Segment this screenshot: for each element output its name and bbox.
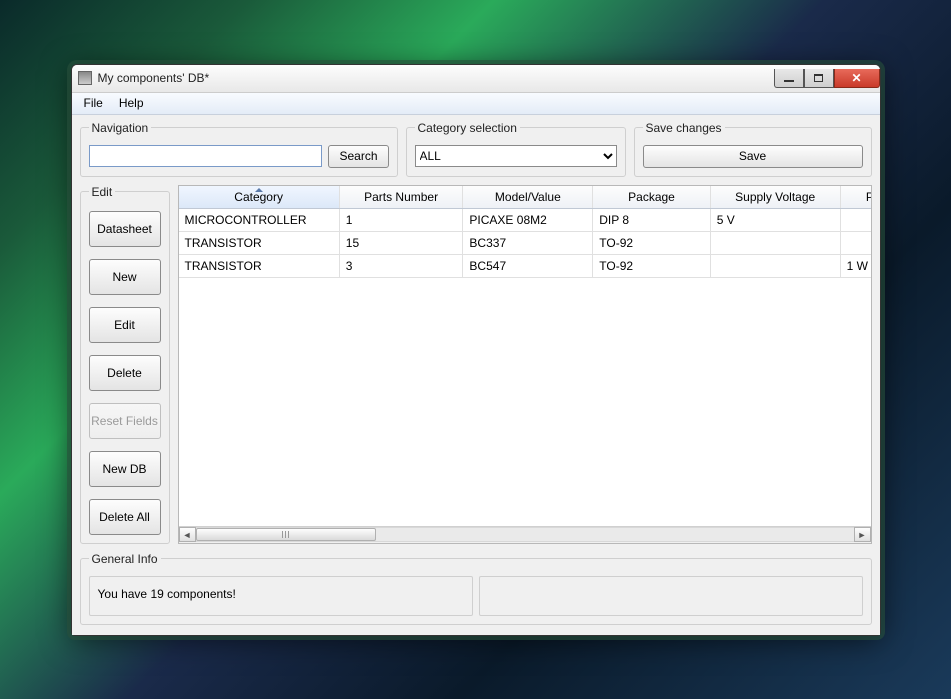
delete-all-button[interactable]: Delete All xyxy=(89,499,161,535)
edit-group: Edit Datasheet New Edit Delete Reset Fie… xyxy=(80,185,170,544)
col-parts-number[interactable]: Parts Number xyxy=(339,186,463,209)
cell-supply_voltage[interactable] xyxy=(710,231,840,254)
cell-supply_voltage[interactable]: 5 V xyxy=(710,208,840,231)
category-select[interactable]: ALL xyxy=(415,145,617,167)
category-legend: Category selection xyxy=(415,121,520,135)
category-group: Category selection ALL xyxy=(406,121,626,177)
search-input[interactable] xyxy=(89,145,323,167)
reset-fields-button: Reset Fields xyxy=(89,403,161,439)
table-header-row: Category Parts Number Model/Value Packag… xyxy=(179,186,871,209)
table-row[interactable]: MICROCONTROLLER1PICAXE 08M2DIP 85 V5.5 V xyxy=(179,208,871,231)
scroll-left-arrow[interactable]: ◄ xyxy=(179,527,196,542)
app-window: My components' DB* ✕ File Help Navigatio… xyxy=(71,64,881,636)
bottom-row: General Info You have 19 components! xyxy=(80,552,872,625)
minimize-button[interactable] xyxy=(774,69,804,88)
edit-legend: Edit xyxy=(89,185,116,199)
cell-power_rating[interactable] xyxy=(840,208,870,231)
save-legend: Save changes xyxy=(643,121,725,135)
cell-package[interactable]: DIP 8 xyxy=(593,208,710,231)
datasheet-button[interactable]: Datasheet xyxy=(89,211,161,247)
components-table[interactable]: Category Parts Number Model/Value Packag… xyxy=(179,186,871,278)
cell-package[interactable]: TO-92 xyxy=(593,231,710,254)
titlebar[interactable]: My components' DB* ✕ xyxy=(72,65,880,93)
cell-parts_number[interactable]: 1 xyxy=(339,208,463,231)
info-message: You have 19 components! xyxy=(98,587,236,601)
maximize-button[interactable] xyxy=(804,69,834,88)
cell-category[interactable]: MICROCONTROLLER xyxy=(179,208,340,231)
navigation-legend: Navigation xyxy=(89,121,152,135)
cell-package[interactable]: TO-92 xyxy=(593,254,710,277)
info-secondary-box xyxy=(479,576,863,616)
cell-model_value[interactable]: PICAXE 08M2 xyxy=(463,208,593,231)
edit-button[interactable]: Edit xyxy=(89,307,161,343)
table-container: Category Parts Number Model/Value Packag… xyxy=(178,185,872,544)
scroll-track[interactable] xyxy=(196,527,854,542)
new-db-button[interactable]: New DB xyxy=(89,451,161,487)
cell-category[interactable]: TRANSISTOR xyxy=(179,231,340,254)
save-group: Save changes Save xyxy=(634,121,872,177)
col-package[interactable]: Package xyxy=(593,186,710,209)
window-title: My components' DB* xyxy=(98,71,210,85)
cell-parts_number[interactable]: 3 xyxy=(339,254,463,277)
client-area: Navigation Search Category selection ALL… xyxy=(72,115,880,635)
delete-button[interactable]: Delete xyxy=(89,355,161,391)
menubar: File Help xyxy=(72,93,880,115)
cell-model_value[interactable]: BC547 xyxy=(463,254,593,277)
table-row[interactable]: TRANSISTOR3BC547TO-92 1 W xyxy=(179,254,871,277)
table-row[interactable]: TRANSISTOR15BC337TO-92 xyxy=(179,231,871,254)
info-message-box: You have 19 components! xyxy=(89,576,473,616)
menu-help[interactable]: Help xyxy=(111,93,152,113)
cell-power_rating[interactable] xyxy=(840,231,870,254)
col-power-rating[interactable]: Power Rating xyxy=(840,186,870,209)
col-category[interactable]: Category xyxy=(179,186,340,209)
scroll-right-arrow[interactable]: ► xyxy=(854,527,871,542)
general-info-group: General Info You have 19 components! xyxy=(80,552,872,625)
scroll-thumb[interactable] xyxy=(196,528,376,541)
mid-row: Edit Datasheet New Edit Delete Reset Fie… xyxy=(80,185,872,544)
search-button[interactable]: Search xyxy=(328,145,388,168)
menu-file[interactable]: File xyxy=(76,93,111,113)
navigation-group: Navigation Search xyxy=(80,121,398,177)
col-supply-voltage[interactable]: Supply Voltage xyxy=(710,186,840,209)
cell-supply_voltage[interactable] xyxy=(710,254,840,277)
window-controls: ✕ xyxy=(774,69,880,88)
close-button[interactable]: ✕ xyxy=(834,69,880,88)
cell-model_value[interactable]: BC337 xyxy=(463,231,593,254)
cell-power_rating[interactable]: 1 W xyxy=(840,254,870,277)
horizontal-scrollbar[interactable]: ◄ ► xyxy=(179,526,871,543)
save-button[interactable]: Save xyxy=(643,145,863,168)
col-model-value[interactable]: Model/Value xyxy=(463,186,593,209)
app-icon xyxy=(78,71,92,85)
cell-parts_number[interactable]: 15 xyxy=(339,231,463,254)
general-info-legend: General Info xyxy=(89,552,161,566)
cell-category[interactable]: TRANSISTOR xyxy=(179,254,340,277)
top-row: Navigation Search Category selection ALL… xyxy=(80,121,872,177)
new-button[interactable]: New xyxy=(89,259,161,295)
